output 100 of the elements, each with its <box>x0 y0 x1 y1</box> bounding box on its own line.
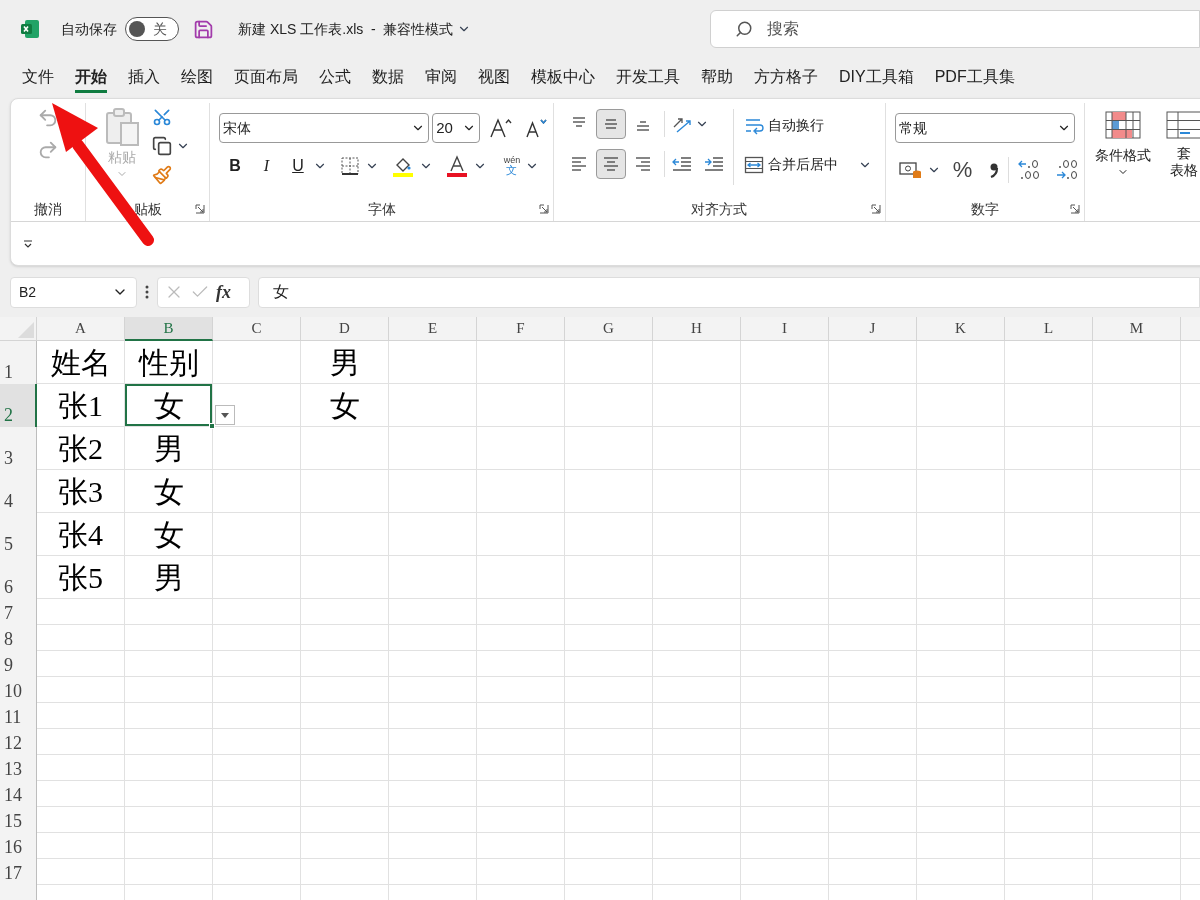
ribbon-tab[interactable]: 公式 <box>319 63 351 93</box>
table-cell[interactable] <box>389 703 477 729</box>
table-cell[interactable] <box>389 513 477 556</box>
ribbon-tab[interactable]: 数据 <box>372 63 404 93</box>
table-cell[interactable]: 男 <box>301 341 389 384</box>
table-cell[interactable] <box>213 384 301 427</box>
row-header[interactable]: 13 <box>0 755 37 781</box>
table-cell[interactable] <box>653 556 741 599</box>
table-cell[interactable] <box>477 427 565 470</box>
table-cell[interactable] <box>1093 781 1181 807</box>
table-cell[interactable] <box>1005 859 1093 885</box>
table-cell[interactable] <box>917 755 1005 781</box>
ribbon-tab[interactable]: 审阅 <box>425 63 457 93</box>
table-cell[interactable] <box>125 781 213 807</box>
table-cell[interactable] <box>301 556 389 599</box>
table-cell[interactable] <box>1005 703 1093 729</box>
table-cell[interactable] <box>917 625 1005 651</box>
ribbon-tab[interactable]: 页面布局 <box>234 63 298 93</box>
table-cell[interactable] <box>477 556 565 599</box>
table-cell[interactable] <box>477 755 565 781</box>
table-cell[interactable] <box>653 427 741 470</box>
table-cell[interactable] <box>741 599 829 625</box>
table-cell[interactable] <box>829 341 917 384</box>
dialog-launcher-icon[interactable] <box>870 204 881 214</box>
table-cell[interactable] <box>1093 625 1181 651</box>
table-cell[interactable] <box>565 703 653 729</box>
table-cell[interactable] <box>37 807 125 833</box>
table-cell[interactable]: 女 <box>301 384 389 427</box>
table-cell[interactable] <box>1005 470 1093 513</box>
table-cell[interactable] <box>1093 384 1181 427</box>
table-cell[interactable] <box>565 513 653 556</box>
row-header[interactable]: 11 <box>0 703 37 729</box>
row-header[interactable]: 3 <box>0 427 37 470</box>
align-button[interactable] <box>595 149 626 179</box>
table-cell[interactable] <box>917 833 1005 859</box>
table-cell[interactable] <box>1005 556 1093 599</box>
table-cell[interactable] <box>917 470 1005 513</box>
table-cell[interactable] <box>213 513 301 556</box>
table-cell[interactable] <box>917 556 1005 599</box>
table-cell[interactable] <box>741 341 829 384</box>
table-cell[interactable] <box>301 470 389 513</box>
table-cell[interactable] <box>301 427 389 470</box>
cut-icon[interactable] <box>151 107 172 127</box>
table-cell[interactable] <box>1005 677 1093 703</box>
table-cell[interactable] <box>1005 513 1093 556</box>
table-cell[interactable] <box>125 651 213 677</box>
table-cell[interactable] <box>213 556 301 599</box>
table-cell[interactable] <box>565 470 653 513</box>
table-cell[interactable] <box>213 599 301 625</box>
table-cell[interactable] <box>565 651 653 677</box>
conditional-format-button[interactable]: 条件格式 <box>1095 111 1151 193</box>
table-cell[interactable] <box>477 384 565 427</box>
table-cell[interactable] <box>653 729 741 755</box>
ribbon-tab[interactable]: 文件 <box>22 63 54 93</box>
table-cell[interactable] <box>741 781 829 807</box>
table-cell[interactable] <box>653 341 741 384</box>
table-cell[interactable] <box>301 729 389 755</box>
table-cell[interactable] <box>1005 341 1093 384</box>
ribbon-tab[interactable]: 方方格子 <box>754 63 818 93</box>
table-cell[interactable] <box>477 729 565 755</box>
table-cell[interactable] <box>917 807 1005 833</box>
table-cell[interactable] <box>829 427 917 470</box>
table-cell[interactable] <box>829 556 917 599</box>
table-cell[interactable] <box>653 703 741 729</box>
more-options-icon[interactable] <box>145 284 149 300</box>
table-cell[interactable] <box>565 807 653 833</box>
autosave-toggle[interactable]: 关 <box>125 17 179 41</box>
table-cell[interactable] <box>389 427 477 470</box>
table-cell[interactable] <box>741 513 829 556</box>
ribbon-tab[interactable]: 视图 <box>478 63 510 93</box>
column-header[interactable]: F <box>477 317 565 341</box>
table-cell[interactable] <box>477 599 565 625</box>
table-cell[interactable] <box>917 384 1005 427</box>
table-cell[interactable] <box>565 781 653 807</box>
table-cell[interactable] <box>741 859 829 885</box>
ribbon-tab[interactable]: 插入 <box>128 63 160 93</box>
italic-button[interactable]: I <box>263 154 270 178</box>
table-cell[interactable] <box>213 833 301 859</box>
ribbon-tab[interactable]: 帮助 <box>701 63 733 93</box>
row-header[interactable]: 5 <box>0 513 37 556</box>
table-cell[interactable] <box>477 703 565 729</box>
table-cell[interactable] <box>917 513 1005 556</box>
table-cell[interactable] <box>1005 384 1093 427</box>
table-cell[interactable] <box>37 781 125 807</box>
table-cell[interactable] <box>301 677 389 703</box>
table-cell[interactable] <box>125 807 213 833</box>
table-cell[interactable]: 男 <box>125 427 213 470</box>
table-cell[interactable] <box>565 599 653 625</box>
table-cell[interactable] <box>213 703 301 729</box>
table-cell[interactable] <box>213 755 301 781</box>
table-cell[interactable] <box>301 625 389 651</box>
row-header[interactable]: 1 <box>0 341 37 384</box>
table-cell[interactable] <box>37 599 125 625</box>
dialog-launcher-icon[interactable] <box>538 204 549 214</box>
table-cell[interactable] <box>1093 703 1181 729</box>
table-cell[interactable] <box>829 755 917 781</box>
table-cell[interactable] <box>917 781 1005 807</box>
formula-input[interactable]: 女 <box>258 276 1200 308</box>
currency-format-icon[interactable] <box>898 159 923 180</box>
table-cell[interactable] <box>1005 625 1093 651</box>
